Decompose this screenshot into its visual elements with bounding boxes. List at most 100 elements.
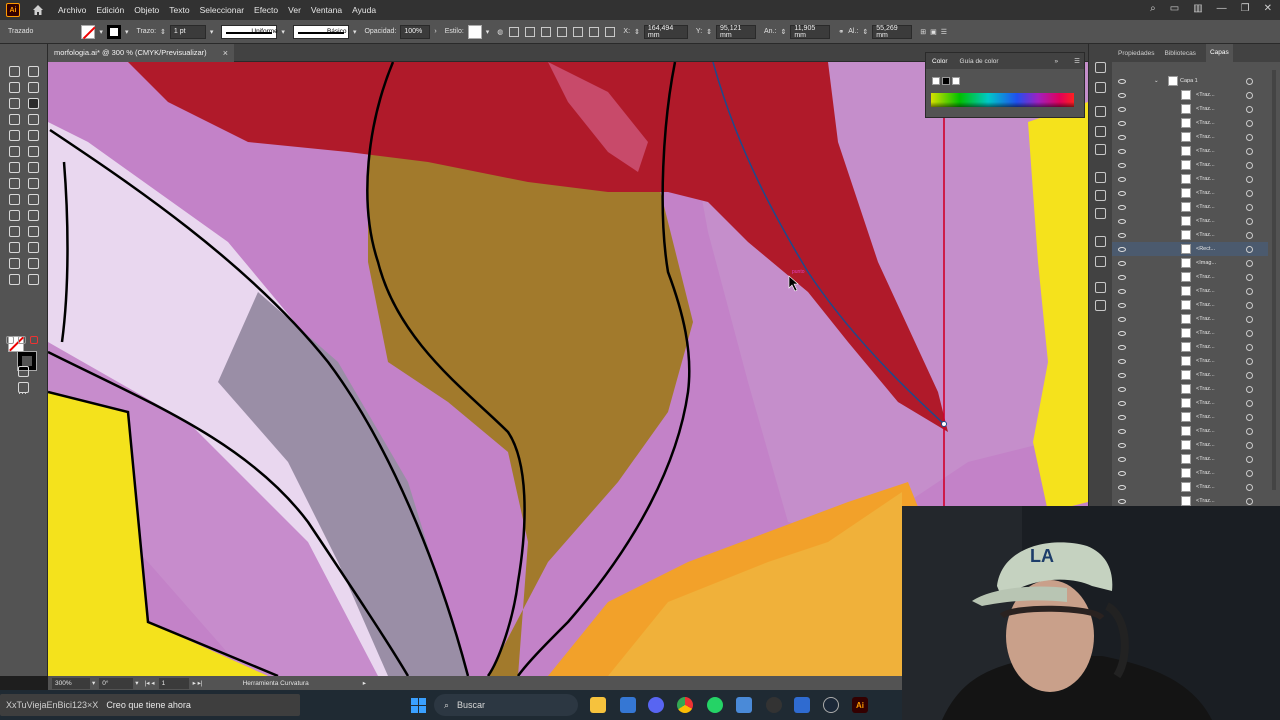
eyedropper-tool-icon[interactable] (9, 226, 20, 237)
hand-tool-icon[interactable] (9, 274, 20, 285)
eye-icon[interactable] (1118, 344, 1126, 350)
app-icon[interactable] (736, 697, 752, 713)
layer-row[interactable]: <Rect... (1112, 242, 1268, 256)
eye-icon[interactable] (1118, 400, 1126, 406)
menu-ventana[interactable]: Ventana (311, 5, 342, 15)
target-icon[interactable] (1246, 357, 1253, 365)
layer-row-label[interactable]: <Traz... (1196, 232, 1215, 238)
gradient-panel-icon[interactable] (1095, 190, 1106, 201)
blend-tool-icon[interactable] (28, 226, 39, 237)
discord-icon[interactable] (648, 697, 664, 713)
panel-menu-icon[interactable]: ☰ (1074, 57, 1080, 65)
eye-icon[interactable] (1118, 414, 1126, 420)
target-icon[interactable] (1246, 189, 1253, 197)
eye-icon[interactable] (1118, 428, 1126, 434)
target-icon[interactable] (1246, 413, 1253, 421)
layer-row[interactable]: <Imag... (1112, 256, 1268, 270)
symbols-icon[interactable] (1095, 144, 1106, 155)
white-swatch[interactable] (952, 77, 960, 85)
target-icon[interactable] (1246, 371, 1253, 379)
layer-row-label[interactable]: <Traz... (1196, 176, 1215, 182)
opacity-label[interactable]: Opacidad: (364, 28, 396, 35)
target-icon[interactable] (1246, 301, 1253, 309)
steam-icon[interactable] (823, 697, 839, 713)
target-icon[interactable] (1246, 343, 1253, 351)
appearance-panel-icon[interactable] (1095, 236, 1106, 247)
stepper-icon[interactable]: ⇕ (634, 28, 640, 36)
layer-row[interactable]: <Traz... (1112, 172, 1268, 186)
width-tool-icon[interactable] (9, 178, 20, 189)
x-field[interactable]: 164,494 mm (643, 24, 688, 39)
y-field[interactable]: 95,121 mm (716, 24, 757, 39)
target-icon[interactable] (1246, 245, 1253, 253)
layer-row[interactable]: <Traz... (1112, 270, 1268, 284)
gradient-tool-icon[interactable] (28, 210, 39, 221)
eye-icon[interactable] (1118, 204, 1126, 210)
home-icon[interactable] (32, 4, 44, 16)
target-icon[interactable] (1246, 483, 1253, 491)
target-icon[interactable] (1246, 119, 1253, 127)
target-icon[interactable] (1246, 259, 1253, 267)
workspace-icon[interactable]: ▥ (1193, 3, 1202, 14)
collapse-panel-icon[interactable]: » (1055, 58, 1059, 65)
layer-row-main[interactable]: ⌄ Capa 1 (1112, 74, 1268, 88)
pen-tool-icon[interactable] (9, 98, 20, 109)
document-tab[interactable]: morfologia.ai* @ 300 % (CMYK/Previsualiz… (48, 43, 234, 62)
target-icon[interactable] (1246, 455, 1253, 463)
layer-name[interactable]: Capa 1 (1180, 78, 1198, 84)
layer-row[interactable]: <Traz... (1112, 116, 1268, 130)
close-icon[interactable]: ✕ (1264, 3, 1272, 14)
menu-texto[interactable]: Texto (169, 5, 189, 15)
menu-objeto[interactable]: Objeto (134, 5, 159, 15)
layer-row-label[interactable]: <Traz... (1196, 330, 1215, 336)
slice-tool-icon[interactable] (28, 258, 39, 269)
layer-row-label[interactable]: <Traz... (1196, 288, 1215, 294)
target-icon[interactable] (1246, 105, 1253, 113)
target-icon[interactable] (1246, 231, 1253, 239)
arrange-documents-icon[interactable]: ▭ (1170, 3, 1179, 14)
target-icon[interactable] (1246, 287, 1253, 295)
target-icon[interactable] (1246, 91, 1253, 99)
eye-icon[interactable] (1118, 316, 1126, 322)
minimize-icon[interactable]: — (1217, 3, 1227, 14)
align-top-icon[interactable] (573, 26, 584, 37)
chevron-down-icon[interactable]: ▾ (99, 28, 103, 36)
zoom-tool-icon[interactable] (28, 274, 39, 285)
stroke-swatch[interactable] (106, 24, 121, 39)
graphic-style-swatch[interactable] (467, 24, 482, 39)
layer-row-label[interactable]: <Traz... (1196, 204, 1215, 210)
layer-row-label[interactable]: <Traz... (1196, 316, 1215, 322)
eye-icon[interactable] (1118, 218, 1126, 224)
target-icon[interactable] (1246, 273, 1253, 281)
layer-row[interactable]: <Traz... (1112, 340, 1268, 354)
target-icon[interactable] (1246, 329, 1253, 337)
layer-row-label[interactable]: <Traz... (1196, 120, 1215, 126)
layers-scrollbar[interactable] (1272, 70, 1276, 490)
paintbrush-tool-icon[interactable] (28, 130, 39, 141)
layer-row-label[interactable]: <Traz... (1196, 148, 1215, 154)
target-icon[interactable] (1246, 399, 1253, 407)
tab-color-guide[interactable]: Guía de color (960, 58, 999, 65)
width-field[interactable]: 11,905 mm (790, 24, 831, 39)
layer-row-label[interactable]: <Traz... (1196, 456, 1215, 462)
layer-row[interactable]: <Traz... (1112, 312, 1268, 326)
stepper-icon[interactable]: ⇕ (780, 28, 786, 36)
perspective-grid-tool-icon[interactable] (28, 194, 39, 205)
layer-row-label[interactable]: <Traz... (1196, 302, 1215, 308)
eye-icon[interactable] (1118, 442, 1126, 448)
mesh-tool-icon[interactable] (9, 210, 20, 221)
file-explorer-icon[interactable] (590, 697, 606, 713)
menu-efecto[interactable]: Efecto (254, 5, 278, 15)
artboard-tool-icon[interactable] (9, 258, 20, 269)
eye-icon[interactable] (1118, 274, 1126, 280)
eye-icon[interactable] (1118, 358, 1126, 364)
target-icon[interactable] (1246, 469, 1253, 477)
rotate-tool-icon[interactable] (9, 162, 20, 173)
none-mode-icon[interactable] (30, 336, 38, 344)
layer-row[interactable]: <Traz... (1112, 298, 1268, 312)
layer-row-label[interactable]: <Traz... (1196, 372, 1215, 378)
free-transform-tool-icon[interactable] (28, 178, 39, 189)
close-tab-icon[interactable]: × (223, 48, 228, 58)
eye-icon[interactable] (1118, 246, 1126, 252)
eye-icon[interactable] (1118, 470, 1126, 476)
